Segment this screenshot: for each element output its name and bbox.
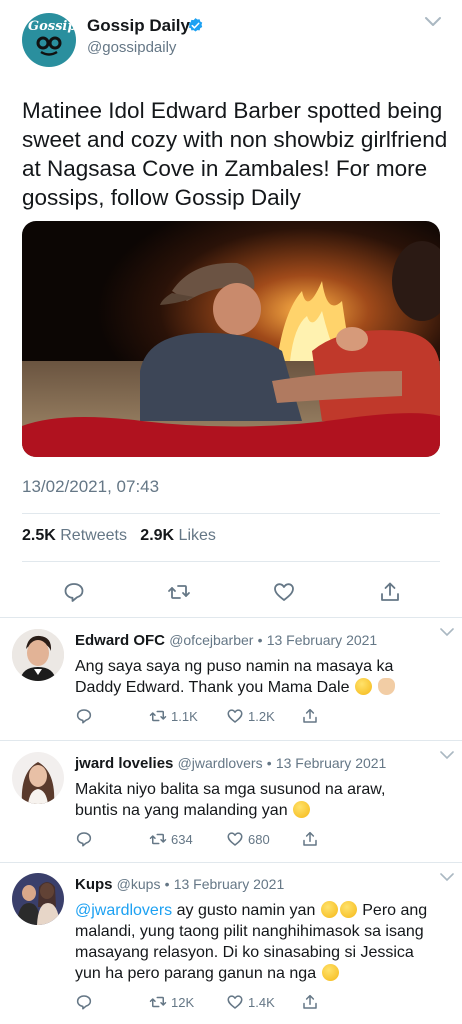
reply-text: Makita niyo balita sa mga susunod na ara…: [75, 779, 455, 821]
sunglasses-face-emoji-icon: [321, 964, 339, 981]
reply-icon[interactable]: [75, 992, 93, 1012]
reply-text-line: yun ha pero parang ganun na nga: [75, 963, 455, 984]
like-action[interactable]: 680: [226, 829, 270, 849]
avatar-logo-text: Gossip: [28, 19, 76, 34]
avatar-image: [12, 873, 64, 925]
chevron-down-icon[interactable]: [440, 750, 454, 760]
share-icon[interactable]: [301, 829, 319, 849]
mention-link[interactable]: @jwardlovers: [75, 902, 172, 919]
reply-text-line: @jwardlovers ay gusto namin yan Pero ang: [75, 900, 455, 921]
like-count: 1.2K: [248, 708, 275, 724]
tweet-photo[interactable]: [22, 221, 440, 457]
like-icon: [227, 832, 243, 846]
tweet-text: Matinee Idol Edward Barber spotted being…: [22, 98, 448, 210]
tweet-timestamp: 13/02/2021, 07:43: [22, 477, 160, 496]
chevron-down-icon[interactable]: [424, 15, 442, 29]
retweet-action[interactable]: 12K: [149, 992, 194, 1012]
verified-badge-icon: [188, 18, 203, 32]
tears-of-joy-emoji-icon: [339, 901, 357, 918]
reply-text: Ang saya saya ng puso namin na masaya ka…: [75, 656, 455, 698]
reply-icon[interactable]: [62, 580, 86, 604]
reply-text-fragment: Daddy Edward. Thank you Mama Dale: [75, 679, 350, 696]
share-icon[interactable]: [301, 992, 319, 1012]
avatar-face-icon: [36, 36, 62, 56]
avatar-image: [12, 752, 64, 804]
like-count: 680: [248, 831, 270, 847]
reply-author-handle[interactable]: @kups: [117, 876, 161, 892]
reply-text: @jwardlovers ay gusto namin yan Pero ang…: [75, 900, 455, 984]
reply-author-name[interactable]: jward lovelies: [75, 755, 173, 772]
reply-date: 13 February 2021: [173, 876, 285, 892]
author-name[interactable]: Gossip Daily: [87, 16, 190, 36]
share-icon[interactable]: [301, 706, 319, 726]
reply-header: jward lovelies @jwardlovers • 13 Februar…: [75, 755, 386, 772]
likes-label[interactable]: Likes: [179, 527, 216, 544]
separator-dot: •: [266, 755, 272, 771]
divider: [22, 561, 440, 562]
reply-icon[interactable]: [75, 706, 93, 726]
reply-date: 13 February 2021: [275, 755, 387, 771]
reply-header: Edward OFC @ofcejbarber • 13 February 20…: [75, 632, 377, 649]
divider: [0, 862, 462, 863]
heart-eyes-emoji-icon: [320, 901, 338, 918]
likes-count[interactable]: 2.9K: [140, 527, 174, 544]
raised-fist-emoji-icon: [378, 678, 396, 695]
like-count: 1.4K: [248, 994, 275, 1010]
avatar[interactable]: [12, 752, 64, 804]
author-handle[interactable]: @gossipdaily: [87, 39, 176, 56]
reply-text-fragment: Pero ang: [357, 902, 428, 919]
chevron-down-icon[interactable]: [440, 627, 454, 637]
reply-text-line: buntis na yang malanding yan: [75, 800, 455, 821]
avatar[interactable]: [12, 873, 64, 925]
separator-dot: •: [164, 876, 170, 892]
author-avatar[interactable]: Gossip: [22, 13, 76, 67]
like-action[interactable]: 1.2K: [226, 706, 275, 726]
retweet-count: 12K: [171, 994, 195, 1010]
reply-author-handle[interactable]: @jwardlovers: [178, 755, 263, 771]
avatar-image: [12, 629, 64, 681]
retweet-icon: [149, 710, 167, 722]
reply-text-fragment: ay gusto namin yan: [172, 902, 320, 919]
reply-text-fragment: yun ha pero parang ganun na nga: [75, 965, 317, 982]
like-action[interactable]: 1.4K: [226, 992, 275, 1012]
campfire-photo-image: [22, 221, 440, 457]
chevron-down-icon[interactable]: [440, 872, 454, 882]
retweet-action[interactable]: 634: [149, 829, 193, 849]
divider: [0, 740, 462, 741]
reply-header: Kups @kups • 13 February 2021: [75, 876, 284, 893]
reply-text-line: Daddy Edward. Thank you Mama Dale: [75, 677, 455, 698]
reply-text-line: Makita niyo balita sa mga susunod na ara…: [75, 781, 386, 798]
reply-author-name[interactable]: Kups: [75, 876, 113, 893]
reply-date: 13 February 2021: [266, 632, 378, 648]
reply-text-fragment: buntis na yang malanding yan: [75, 802, 288, 819]
divider: [0, 617, 462, 618]
retweet-icon[interactable]: [167, 580, 191, 604]
retweet-icon: [149, 996, 167, 1008]
retweet-action[interactable]: 1.1K: [149, 706, 198, 726]
reply-text-line: malandi, yung taong pilit nanghihimasok …: [75, 923, 424, 940]
like-icon: [227, 995, 243, 1009]
avatar[interactable]: [12, 629, 64, 681]
reply-text-line: Ang saya saya ng puso namin na masaya ka: [75, 658, 394, 675]
divider: [22, 513, 440, 514]
tweet-stats: 2.5K Retweets 2.9K Likes: [22, 527, 216, 545]
reply-text-line: masayang relasyon. Di ko sinasabing si J…: [75, 944, 414, 961]
retweet-count: 634: [171, 831, 193, 847]
nauseated-face-emoji-icon: [354, 678, 372, 695]
retweets-label[interactable]: Retweets: [60, 527, 127, 544]
reply-icon[interactable]: [75, 829, 93, 849]
retweet-icon: [149, 833, 167, 845]
retweets-count[interactable]: 2.5K: [22, 527, 56, 544]
reply-author-handle[interactable]: @ofcejbarber: [169, 632, 253, 648]
like-icon: [227, 709, 243, 723]
separator-dot: •: [257, 632, 263, 648]
retweet-count: 1.1K: [171, 708, 198, 724]
share-icon[interactable]: [378, 580, 402, 604]
like-icon[interactable]: [272, 580, 296, 604]
upside-down-face-emoji-icon: [293, 801, 311, 818]
reply-author-name[interactable]: Edward OFC: [75, 632, 165, 649]
